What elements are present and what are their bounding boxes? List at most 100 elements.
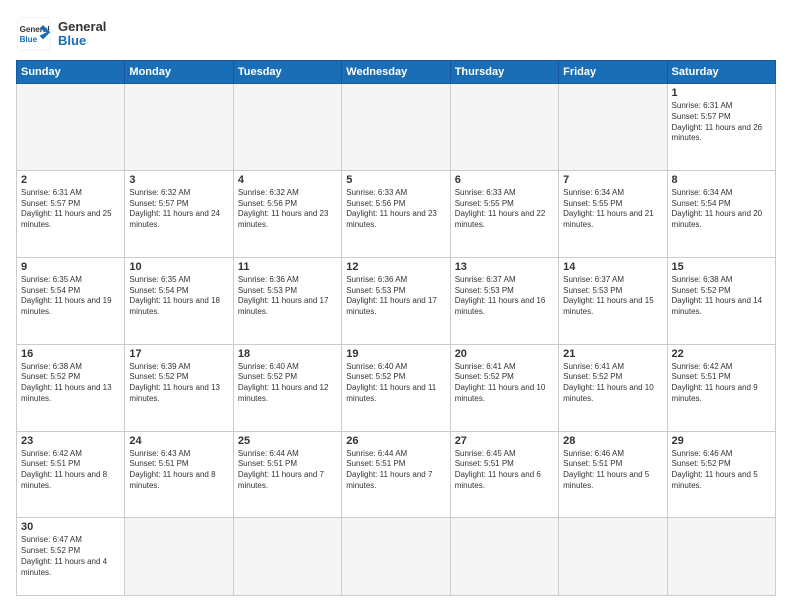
day-header-saturday: Saturday: [667, 61, 775, 84]
day-number: 24: [129, 435, 228, 447]
day-info: Sunrise: 6:41 AMSunset: 5:52 PMDaylight:…: [455, 362, 554, 405]
day-info: Sunrise: 6:44 AMSunset: 5:51 PMDaylight:…: [346, 449, 445, 492]
calendar-cell: 7 Sunrise: 6:34 AMSunset: 5:55 PMDaylight…: [559, 170, 667, 257]
calendar-cell: [233, 518, 341, 596]
calendar-cell: 30Sunrise: 6:47 AMSunset: 5:52 PMDayligh…: [17, 518, 125, 596]
logo-blue-text: Blue: [58, 34, 106, 48]
calendar-cell: 4 Sunrise: 6:32 AMSunset: 5:56 PMDaylight…: [233, 170, 341, 257]
calendar-cell: [233, 84, 341, 171]
calendar-cell: 10Sunrise: 6:35 AMSunset: 5:54 PMDayligh…: [125, 257, 233, 344]
day-number: 16: [21, 348, 120, 360]
header: General Blue General Blue: [16, 16, 776, 52]
calendar-cell: 16 Sunrise: 6:38 AMSunset: 5:52 PMDayligh…: [17, 344, 125, 431]
calendar-cell: 24Sunrise: 6:43 AMSunset: 5:51 PMDayligh…: [125, 431, 233, 518]
day-info: Sunrise: 6:41 AMSunset: 5:52 PMDaylight:…: [563, 362, 662, 405]
calendar-cell: 22Sunrise: 6:42 AMSunset: 5:51 PMDayligh…: [667, 344, 775, 431]
calendar-cell: 19 Sunrise: 6:40 AMSunset: 5:52 PMDayligh…: [342, 344, 450, 431]
calendar: SundayMondayTuesdayWednesdayThursdayFrid…: [16, 60, 776, 596]
calendar-cell: [450, 518, 558, 596]
day-number: 23: [21, 435, 120, 447]
day-info: Sunrise: 6:40 AMSunset: 5:52 PMDaylight:…: [346, 362, 445, 405]
calendar-cell: 21 Sunrise: 6:41 AMSunset: 5:52 PMDayligh…: [559, 344, 667, 431]
day-number: 28: [563, 435, 662, 447]
day-info: Sunrise: 6:33 AMSunset: 5:55 PMDaylight:…: [455, 188, 554, 231]
day-info: Sunrise: 6:37 AMSunset: 5:53 PMDaylight:…: [563, 275, 662, 318]
day-number: 2: [21, 174, 120, 186]
calendar-cell: 20 Sunrise: 6:41 AMSunset: 5:52 PMDayligh…: [450, 344, 558, 431]
day-number: 15: [672, 261, 771, 273]
day-number: 29: [672, 435, 771, 447]
calendar-cell: 25 Sunrise: 6:44 AMSunset: 5:51 PMDayligh…: [233, 431, 341, 518]
day-info: Sunrise: 6:38 AMSunset: 5:52 PMDaylight:…: [672, 275, 771, 318]
calendar-cell: [125, 518, 233, 596]
calendar-cell: 2 Sunrise: 6:31 AMSunset: 5:57 PMDaylight…: [17, 170, 125, 257]
day-info: Sunrise: 6:35 AMSunset: 5:54 PMDaylight:…: [129, 275, 228, 318]
svg-text:Blue: Blue: [20, 35, 38, 44]
day-info: Sunrise: 6:33 AMSunset: 5:56 PMDaylight:…: [346, 188, 445, 231]
logo-general-text: General: [58, 20, 106, 34]
day-info: Sunrise: 6:45 AMSunset: 5:51 PMDaylight:…: [455, 449, 554, 492]
day-number: 26: [346, 435, 445, 447]
day-info: Sunrise: 6:44 AMSunset: 5:51 PMDaylight:…: [238, 449, 337, 492]
day-info: Sunrise: 6:38 AMSunset: 5:52 PMDaylight:…: [21, 362, 120, 405]
calendar-cell: 29 Sunrise: 6:46 AMSunset: 5:52 PMDayligh…: [667, 431, 775, 518]
day-info: Sunrise: 6:47 AMSunset: 5:52 PMDaylight:…: [21, 535, 120, 578]
calendar-cell: [559, 518, 667, 596]
calendar-cell: [559, 84, 667, 171]
calendar-cell: 18 Sunrise: 6:40 AMSunset: 5:52 PMDayligh…: [233, 344, 341, 431]
day-number: 19: [346, 348, 445, 360]
calendar-cell: [342, 518, 450, 596]
calendar-cell: 11Sunrise: 6:36 AMSunset: 5:53 PMDayligh…: [233, 257, 341, 344]
calendar-cell: 8Sunrise: 6:34 AMSunset: 5:54 PMDaylight…: [667, 170, 775, 257]
calendar-cell: 14 Sunrise: 6:37 AMSunset: 5:53 PMDayligh…: [559, 257, 667, 344]
day-info: Sunrise: 6:34 AMSunset: 5:55 PMDaylight:…: [563, 188, 662, 231]
day-number: 21: [563, 348, 662, 360]
day-number: 6: [455, 174, 554, 186]
calendar-cell: 13 Sunrise: 6:37 AMSunset: 5:53 PMDayligh…: [450, 257, 558, 344]
day-info: Sunrise: 6:32 AMSunset: 5:57 PMDaylight:…: [129, 188, 228, 231]
day-info: Sunrise: 6:39 AMSunset: 5:52 PMDaylight:…: [129, 362, 228, 405]
day-info: Sunrise: 6:46 AMSunset: 5:52 PMDaylight:…: [672, 449, 771, 492]
day-number: 20: [455, 348, 554, 360]
day-header-wednesday: Wednesday: [342, 61, 450, 84]
day-number: 18: [238, 348, 337, 360]
day-number: 5: [346, 174, 445, 186]
day-header-friday: Friday: [559, 61, 667, 84]
page: General Blue General Blue SundayMondayTu…: [0, 0, 792, 612]
day-number: 12: [346, 261, 445, 273]
calendar-cell: [125, 84, 233, 171]
calendar-cell: [342, 84, 450, 171]
day-info: Sunrise: 6:34 AMSunset: 5:54 PMDaylight:…: [672, 188, 771, 231]
day-header-sunday: Sunday: [17, 61, 125, 84]
day-number: 14: [563, 261, 662, 273]
day-number: 27: [455, 435, 554, 447]
calendar-cell: 1 Sunrise: 6:31 AMSunset: 5:57 PMDaylight…: [667, 84, 775, 171]
day-number: 9: [21, 261, 120, 273]
calendar-cell: [667, 518, 775, 596]
day-number: 1: [672, 87, 771, 99]
day-info: Sunrise: 6:40 AMSunset: 5:52 PMDaylight:…: [238, 362, 337, 405]
day-number: 13: [455, 261, 554, 273]
calendar-cell: 3 Sunrise: 6:32 AMSunset: 5:57 PMDaylight…: [125, 170, 233, 257]
calendar-cell: 26 Sunrise: 6:44 AMSunset: 5:51 PMDayligh…: [342, 431, 450, 518]
calendar-cell: 28Sunrise: 6:46 AMSunset: 5:51 PMDayligh…: [559, 431, 667, 518]
calendar-cell: 12 Sunrise: 6:36 AMSunset: 5:53 PMDayligh…: [342, 257, 450, 344]
day-info: Sunrise: 6:32 AMSunset: 5:56 PMDaylight:…: [238, 188, 337, 231]
day-header-thursday: Thursday: [450, 61, 558, 84]
day-info: Sunrise: 6:37 AMSunset: 5:53 PMDaylight:…: [455, 275, 554, 318]
day-number: 3: [129, 174, 228, 186]
day-number: 25: [238, 435, 337, 447]
day-info: Sunrise: 6:36 AMSunset: 5:53 PMDaylight:…: [238, 275, 337, 318]
day-info: Sunrise: 6:36 AMSunset: 5:53 PMDaylight:…: [346, 275, 445, 318]
day-info: Sunrise: 6:42 AMSunset: 5:51 PMDaylight:…: [21, 449, 120, 492]
calendar-cell: 6 Sunrise: 6:33 AMSunset: 5:55 PMDaylight…: [450, 170, 558, 257]
calendar-cell: 23 Sunrise: 6:42 AMSunset: 5:51 PMDayligh…: [17, 431, 125, 518]
day-number: 4: [238, 174, 337, 186]
calendar-cell: 27 Sunrise: 6:45 AMSunset: 5:51 PMDayligh…: [450, 431, 558, 518]
day-info: Sunrise: 6:31 AMSunset: 5:57 PMDaylight:…: [21, 188, 120, 231]
day-info: Sunrise: 6:31 AMSunset: 5:57 PMDaylight:…: [672, 101, 771, 144]
calendar-cell: 15 Sunrise: 6:38 AMSunset: 5:52 PMDayligh…: [667, 257, 775, 344]
day-number: 7: [563, 174, 662, 186]
logo: General Blue General Blue: [16, 16, 106, 52]
calendar-cell: [17, 84, 125, 171]
